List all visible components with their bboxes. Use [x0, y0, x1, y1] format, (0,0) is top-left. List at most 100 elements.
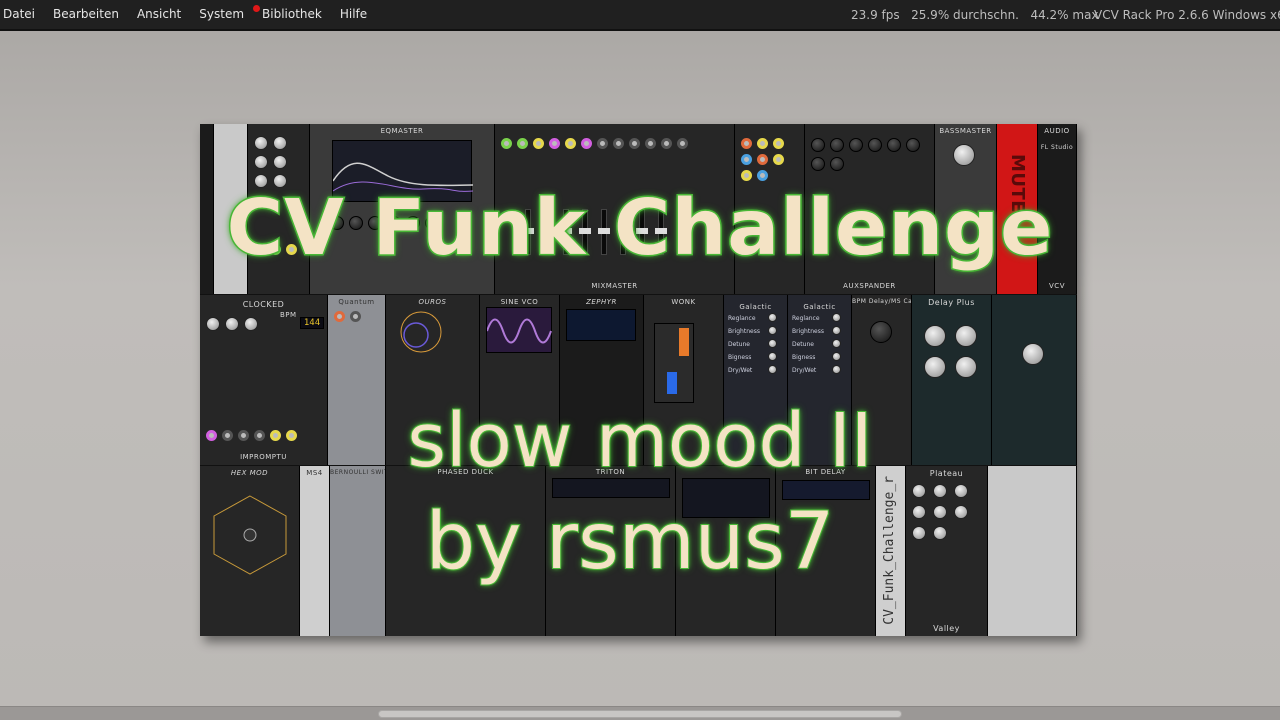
module-title: Delay Plus [928, 298, 975, 307]
galactic-param-label: Dry/Wet [792, 367, 817, 374]
knob[interactable] [954, 484, 968, 498]
knob[interactable] [254, 155, 268, 169]
jack[interactable] [677, 138, 688, 149]
jack[interactable] [581, 138, 592, 149]
crossover-knob[interactable] [953, 144, 975, 166]
module-title: AUDIO [1044, 127, 1070, 135]
video-title: CV Funk Challenge [225, 183, 1054, 275]
performance-stats: 23.9 fps 25.9% durchschn. 44.2% max [851, 0, 1099, 31]
menu-ansicht[interactable]: Ansicht [128, 0, 190, 30]
channel-jacks [501, 138, 728, 149]
ouros-scope [400, 311, 442, 353]
delay-knobs [924, 325, 985, 378]
module-title: BPM Delay/MS Calc [852, 298, 912, 305]
galactic-knob[interactable] [832, 326, 841, 335]
knob[interactable] [254, 136, 268, 150]
cpu-max-readout: 44.2% max [1030, 8, 1099, 22]
galactic-knob[interactable] [832, 313, 841, 322]
scrollbar-thumb[interactable] [378, 710, 902, 718]
knob[interactable] [906, 138, 920, 152]
galactic-knob[interactable] [768, 326, 777, 335]
app-version: VCV Rack Pro 2.6.6 Windows x64 [1094, 8, 1280, 22]
menu-hilfe[interactable]: Hilfe [331, 0, 376, 30]
jack[interactable] [773, 138, 784, 149]
bpm-delay-knob[interactable] [870, 321, 892, 343]
knob[interactable] [811, 157, 825, 171]
module-title: Quantum [338, 298, 375, 306]
knob[interactable] [955, 356, 977, 378]
knob[interactable] [849, 138, 863, 152]
galactic-knob[interactable] [768, 339, 777, 348]
knob[interactable] [273, 155, 287, 169]
sine-wave [486, 318, 552, 344]
knob[interactable] [924, 356, 946, 378]
knob[interactable] [933, 484, 947, 498]
menu-system[interactable]: System [190, 0, 253, 30]
wonk-display [654, 323, 694, 403]
jack[interactable] [613, 138, 624, 149]
knob[interactable] [811, 138, 825, 152]
module-title: OUROS [418, 298, 447, 306]
jack[interactable] [661, 138, 672, 149]
galactic-knob[interactable] [768, 313, 777, 322]
jack[interactable] [645, 138, 656, 149]
horizontal-scrollbar[interactable] [0, 706, 1280, 720]
galactic-param-label: Detune [728, 341, 750, 348]
module-title: WONK [671, 298, 696, 306]
galactic-param-label: Reglance [792, 315, 820, 322]
jack[interactable] [741, 170, 752, 181]
knob[interactable] [273, 136, 287, 150]
module-title: SINE VCO [500, 298, 539, 306]
jack[interactable] [741, 138, 752, 149]
jack[interactable] [517, 138, 528, 149]
menu-datei[interactable]: Datei [0, 0, 44, 30]
knob[interactable] [206, 317, 220, 331]
galactic-knob[interactable] [768, 365, 777, 374]
galactic-param-label: Brightness [792, 328, 824, 335]
module-title: BASSMASTER [939, 127, 992, 135]
knob[interactable] [830, 138, 844, 152]
brand-label: Valley [933, 624, 960, 633]
jack[interactable] [501, 138, 512, 149]
jack[interactable] [565, 138, 576, 149]
knob[interactable] [912, 484, 926, 498]
menu-bibliothek[interactable]: Bibliothek [253, 0, 331, 30]
galactic-knob[interactable] [832, 352, 841, 361]
module-title: EQMASTER [380, 127, 424, 135]
jack[interactable] [350, 311, 361, 322]
jack[interactable] [629, 138, 640, 149]
vcv-logo-text: VCV [1049, 282, 1065, 290]
knob[interactable] [244, 317, 258, 331]
jack[interactable] [741, 154, 752, 165]
menu-bearbeiten[interactable]: Bearbeiten [44, 0, 128, 30]
module-title: ZEPHYR [586, 298, 617, 306]
knob[interactable] [887, 138, 901, 152]
clock-knobs [206, 317, 321, 331]
jack[interactable] [597, 138, 608, 149]
galactic-knob[interactable] [768, 352, 777, 361]
module-title: AUXSPANDER [843, 282, 896, 290]
knob[interactable] [955, 325, 977, 347]
module-title: CLOCKED [242, 300, 285, 309]
knob[interactable] [225, 317, 239, 331]
knob[interactable] [1022, 343, 1044, 365]
jack[interactable] [334, 311, 345, 322]
quantum-jacks [334, 311, 379, 322]
audio-device-name: FL Studio [1040, 144, 1074, 151]
jack[interactable] [757, 154, 768, 165]
jack[interactable] [773, 154, 784, 165]
jack[interactable] [757, 170, 768, 181]
jack[interactable] [757, 138, 768, 149]
galactic-param-label: Reglance [728, 315, 756, 322]
galactic-knob[interactable] [832, 339, 841, 348]
menu-bar: Datei Bearbeiten Ansicht System Biblioth… [0, 0, 1280, 31]
menu-bibliothek-label: Bibliothek [262, 7, 322, 21]
galactic-param-label: Bigness [792, 354, 816, 361]
knob[interactable] [924, 325, 946, 347]
jack[interactable] [533, 138, 544, 149]
knob[interactable] [868, 138, 882, 152]
knob[interactable] [830, 157, 844, 171]
jack[interactable] [549, 138, 560, 149]
knob-row [254, 136, 303, 188]
galactic-knob[interactable] [832, 365, 841, 374]
